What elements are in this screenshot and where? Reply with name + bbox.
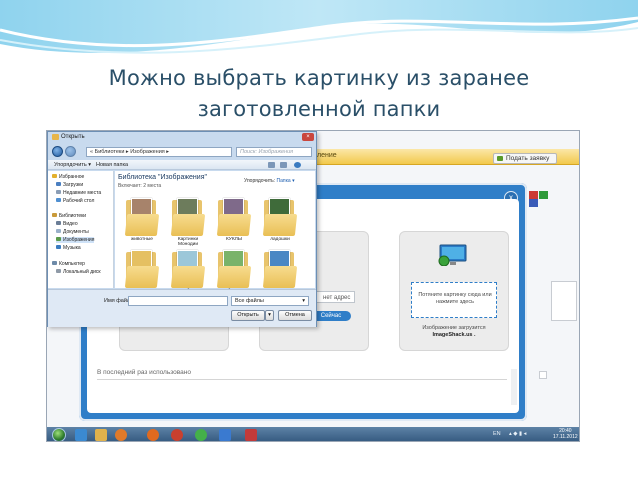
clock[interactable]: 20:40 17.11.2012 [553,428,578,440]
help-icon[interactable] [294,162,301,168]
header-wave-decoration [0,0,638,54]
folder-label: КУКЛЫ [225,237,243,242]
language-flags[interactable] [529,191,557,207]
documents-icon [56,229,61,233]
nav-images[interactable]: Изображения [56,237,95,243]
folder-icon [52,134,59,140]
recent-icon [56,190,61,194]
divider [97,379,507,380]
page-checkbox[interactable] [539,371,547,379]
organize-button[interactable]: Упорядочить ▾ [54,162,91,168]
app-taskbar-icon[interactable] [195,429,207,441]
folder-nature[interactable] [262,250,298,288]
program-taskbar-icon[interactable] [245,429,257,441]
scrollbar[interactable] [511,369,517,405]
folder-palms[interactable] [262,198,298,236]
folder-samples[interactable] [216,250,252,288]
url-submit-button[interactable]: Сейчас [311,311,351,321]
file-type-value: Все файлы [235,298,264,304]
desktop-icon [56,198,61,202]
nav-favorites[interactable]: Избранное [52,174,84,180]
ie-taskbar-icon[interactable] [75,429,87,441]
open-options-chevron-icon[interactable]: ▾ [265,310,274,321]
images-icon [56,237,61,241]
new-folder-button[interactable]: Новая папка [96,162,128,168]
music-icon [56,245,61,249]
open-file-dialog: Открыть × « Библиотеки ▸ Изображения ▸ П… [47,131,317,327]
drop-zone-text: Потяните картинку сюда или нажмите здесь [418,292,492,305]
folder-dolls[interactable] [216,198,252,236]
folder-monodia-pictures[interactable] [170,198,206,236]
library-subtitle: Включает: 2 места [118,183,162,189]
computer-icon [52,261,57,265]
tray-icons[interactable]: ▴ ◆ ▮ ◂ [509,431,526,437]
screenshot: ление Подать заявку x нет адрес Сейчас П… [46,130,580,442]
browser-bar-text: ление [317,152,337,159]
chevron-down-icon: ▾ [302,298,305,304]
forward-icon[interactable] [65,146,76,157]
close-icon[interactable]: × [302,133,314,141]
page-side-box [551,281,577,321]
drop-zone[interactable]: Потяните картинку сюда или нажмите здесь [411,282,497,318]
nav-documents[interactable]: Документы [56,229,89,235]
folder-animals[interactable] [124,198,160,236]
nav-video[interactable]: Видео [56,221,78,227]
nav-local-disk[interactable]: Локальный диск [56,269,101,275]
folder-label: ладошки [270,237,290,242]
dropzone-caption-line-2: ImageShack.us . [432,332,476,338]
library-title: Библиотека "Изображения" [118,174,207,181]
disk-icon [56,269,61,273]
start-button-icon[interactable] [52,428,66,441]
folder-new-folder[interactable] [124,250,160,288]
slide-title-line-1: Можно выбрать картинку из заранее [108,66,530,90]
library-icon [52,213,57,217]
file-type-select[interactable]: Все файлы ▾ [231,296,309,306]
nav-libraries[interactable]: Библиотеки [52,213,86,219]
dialog-footer [48,289,316,327]
folder-wallpapers[interactable] [170,250,206,288]
search-input[interactable]: Поиск: Изображения [236,147,312,157]
nav-desktop[interactable]: Рабочий стол [56,198,94,204]
dialog-title: Открыть [61,134,85,140]
nav-recent-places[interactable]: Недавние места [56,190,101,196]
media-player-taskbar-icon[interactable] [115,429,127,441]
clock-date: 17.11.2012 [553,434,578,440]
folder-label: животные [131,237,153,242]
dialog-titlebar[interactable] [48,132,316,143]
folder-label: Картинки Монодии [177,237,199,247]
slide-title-line-2: заготовленной папки [197,97,441,121]
explorer-taskbar-icon[interactable] [95,429,107,441]
address-bar[interactable]: « Библиотеки ▸ Изображения ▸ [86,147,232,157]
cancel-button[interactable]: Отмена [278,310,312,321]
monitor-icon [438,244,467,266]
language-indicator[interactable]: EN [493,431,501,437]
open-button[interactable]: Открыть [231,310,265,321]
arrange-by[interactable]: Упорядочить: Папка ▾ [244,178,295,184]
arrange-value: Папка ▾ [276,178,295,184]
star-icon [52,174,57,178]
order-button[interactable]: Подать заявку [493,153,557,164]
nav-computer[interactable]: Компьютер [52,261,85,267]
downloads-icon [56,182,61,186]
chrome-taskbar-icon[interactable] [171,429,183,441]
filename-input[interactable] [128,296,228,306]
arrange-label: Упорядочить: [244,178,276,184]
dropzone-caption: Изображение загрузится ImageShack.us . [411,325,497,339]
view-options-icon[interactable] [268,162,275,168]
last-used-label: В последний раз использовано [97,369,191,376]
back-icon[interactable] [52,146,63,157]
nav-downloads[interactable]: Загрузки [56,182,83,188]
nav-music[interactable]: Музыка [56,245,81,251]
preview-pane-icon[interactable] [280,162,287,168]
dropzone-caption-line-1: Изображение загрузится [422,325,486,331]
video-icon [56,221,61,225]
skype-taskbar-icon[interactable] [219,429,231,441]
url-card-note: нет адрес [323,295,351,301]
firefox-taskbar-icon[interactable] [147,429,159,441]
navigation-pane: Избранное Загрузки Недавние места Рабочи… [48,171,114,288]
